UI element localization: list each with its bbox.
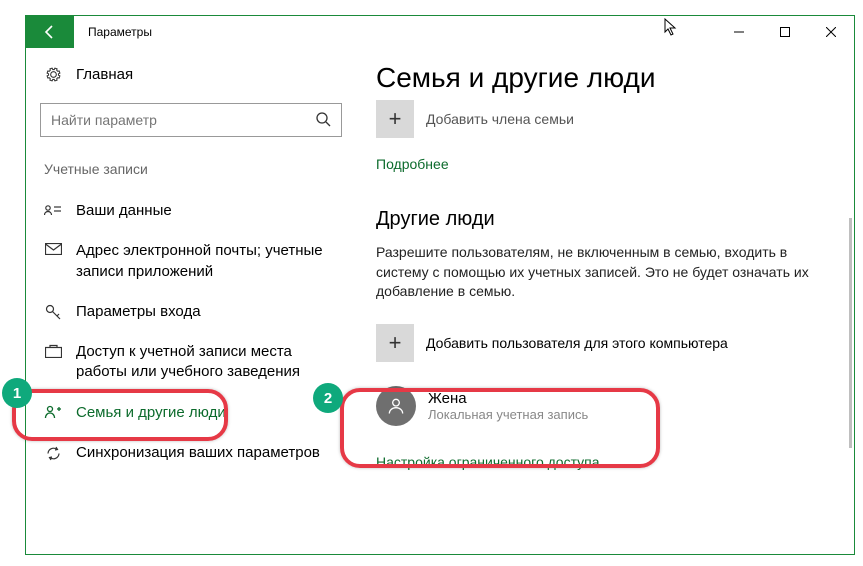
add-family-label: Добавить члена семьи [426,111,574,127]
user-account-row[interactable]: Жена Локальная учетная запись [376,380,834,432]
search-icon [315,111,331,130]
page-heading: Семья и другие люди [376,62,834,94]
nav-label: Ваши данные [76,201,338,221]
person-card-icon [44,201,62,217]
minimize-button[interactable] [716,16,762,48]
avatar [376,386,416,426]
search-box[interactable] [40,103,342,137]
user-name: Жена [428,390,588,407]
close-icon [826,27,836,37]
maximize-icon [780,27,790,37]
settings-window: Параметры Главная Учетные записи [25,15,855,555]
content-area: Главная Учетные записи Ваши данные Адрес… [26,48,854,554]
sync-icon [44,443,62,462]
user-type: Локальная учетная запись [428,407,588,422]
main-panel: Семья и другие люди + Добавить члена сем… [356,48,854,554]
nav-item-work[interactable]: Доступ к учетной записи места работы или… [40,332,342,393]
minimize-icon [734,27,744,37]
gear-icon [44,66,62,83]
add-family-row[interactable]: + Добавить члена семьи [376,100,834,138]
nav-item-sync[interactable]: Синхронизация ваших параметров [40,433,342,473]
back-button[interactable] [26,16,74,48]
nav-label: Семья и другие люди [76,403,338,423]
titlebar: Параметры [26,16,854,48]
add-other-label: Добавить пользователя для этого компьюте… [426,335,728,351]
arrow-left-icon [42,24,58,40]
other-people-heading: Другие люди [376,208,834,231]
section-label: Учетные записи [40,161,342,177]
people-icon [44,403,62,419]
nav-label: Доступ к учетной записи места работы или… [76,342,338,383]
nav-label: Параметры входа [76,302,338,322]
nav-label: Синхронизация ваших параметров [76,443,338,463]
briefcase-icon [44,342,62,358]
window-controls [716,16,854,48]
restricted-access-link[interactable]: Настройка ограниченного доступа [376,454,834,470]
add-other-row[interactable]: + Добавить пользователя для этого компью… [376,324,834,362]
plus-icon: + [376,324,414,362]
home-label: Главная [76,66,133,83]
mail-icon [44,241,62,255]
nav-item-family[interactable]: Семья и другие люди [40,393,342,433]
window-title: Параметры [74,16,716,48]
plus-icon: + [376,100,414,138]
key-icon [44,302,62,321]
nav-item-email[interactable]: Адрес электронной почты; учетные записи … [40,231,342,292]
user-info: Жена Локальная учетная запись [428,390,588,422]
scrollbar[interactable] [849,218,852,448]
other-people-description: Разрешите пользователям, не включенным в… [376,243,834,302]
person-icon [386,396,406,416]
close-button[interactable] [808,16,854,48]
nav-item-signin[interactable]: Параметры входа [40,292,342,332]
nav-label: Адрес электронной почты; учетные записи … [76,241,338,282]
more-link[interactable]: Подробнее [376,156,834,172]
sidebar: Главная Учетные записи Ваши данные Адрес… [26,48,356,554]
search-input[interactable] [51,112,315,128]
home-button[interactable]: Главная [40,60,342,89]
maximize-button[interactable] [762,16,808,48]
nav-item-your-info[interactable]: Ваши данные [40,191,342,231]
